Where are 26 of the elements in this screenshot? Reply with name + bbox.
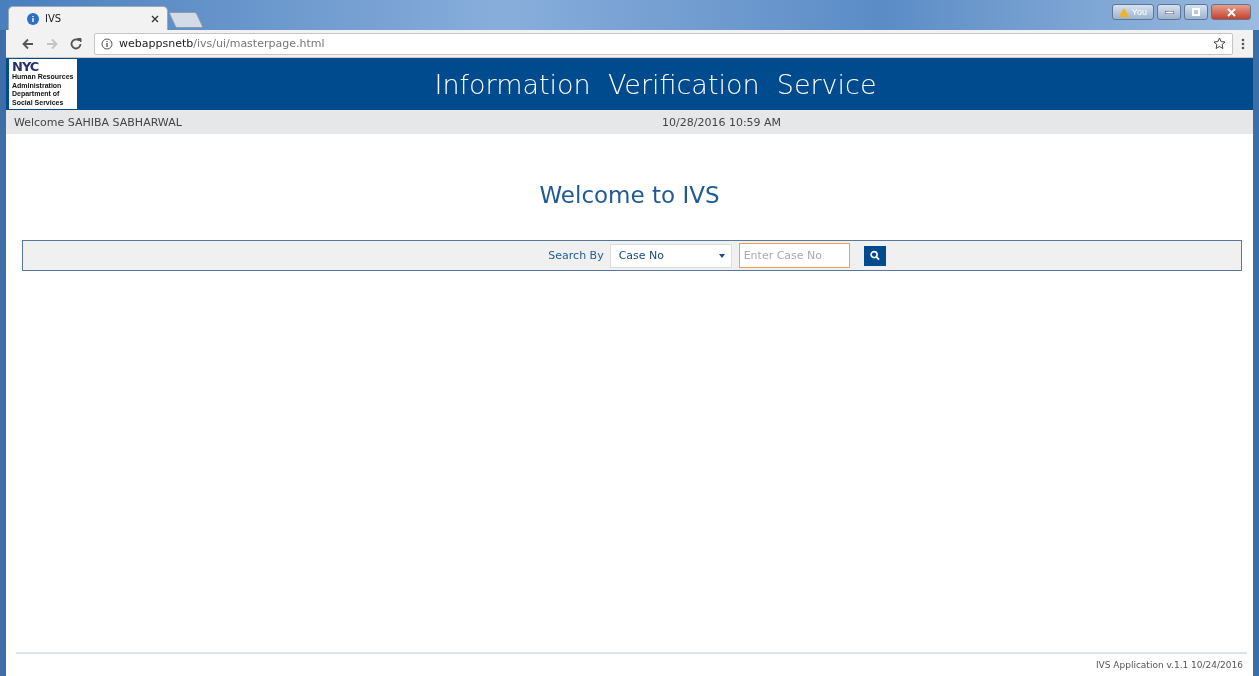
reload-icon xyxy=(68,35,84,52)
close-icon xyxy=(1226,7,1236,17)
version-text: IVS Application v.1.1 10/24/2016 xyxy=(1095,660,1243,670)
close-icon[interactable] xyxy=(151,14,159,23)
bookmark-star-icon[interactable] xyxy=(1213,37,1226,50)
search-button[interactable] xyxy=(863,245,886,266)
info-icon xyxy=(101,37,113,50)
maximize-button[interactable] xyxy=(1184,4,1208,20)
search-by-label: Search By xyxy=(548,249,604,262)
minimize-icon xyxy=(1164,10,1174,14)
menu-icon[interactable] xyxy=(1241,37,1245,50)
warning-icon xyxy=(1118,7,1129,17)
date-time: 10/28/2016 10:59 AM xyxy=(662,115,782,129)
close-button[interactable] xyxy=(1211,4,1251,20)
minimize-button[interactable] xyxy=(1157,4,1181,20)
maximize-icon xyxy=(1192,8,1200,16)
browser-tab[interactable]: IVS xyxy=(8,6,168,30)
dropdown-caret-icon xyxy=(718,253,725,258)
search-icon xyxy=(869,250,880,261)
info-icon xyxy=(27,12,39,25)
search-by-dropdown[interactable]: Case No xyxy=(609,243,732,268)
app-title: Information Verification Service xyxy=(434,68,877,100)
welcome-text: Welcome SAHIBA SABHARWAL xyxy=(14,115,182,129)
address-field[interactable]: webappsnetb/ivs/ui/masterpage.html xyxy=(94,32,1233,55)
case-number-field[interactable]: Enter Case No xyxy=(738,243,850,268)
page-heading: Welcome to IVS xyxy=(538,182,721,208)
